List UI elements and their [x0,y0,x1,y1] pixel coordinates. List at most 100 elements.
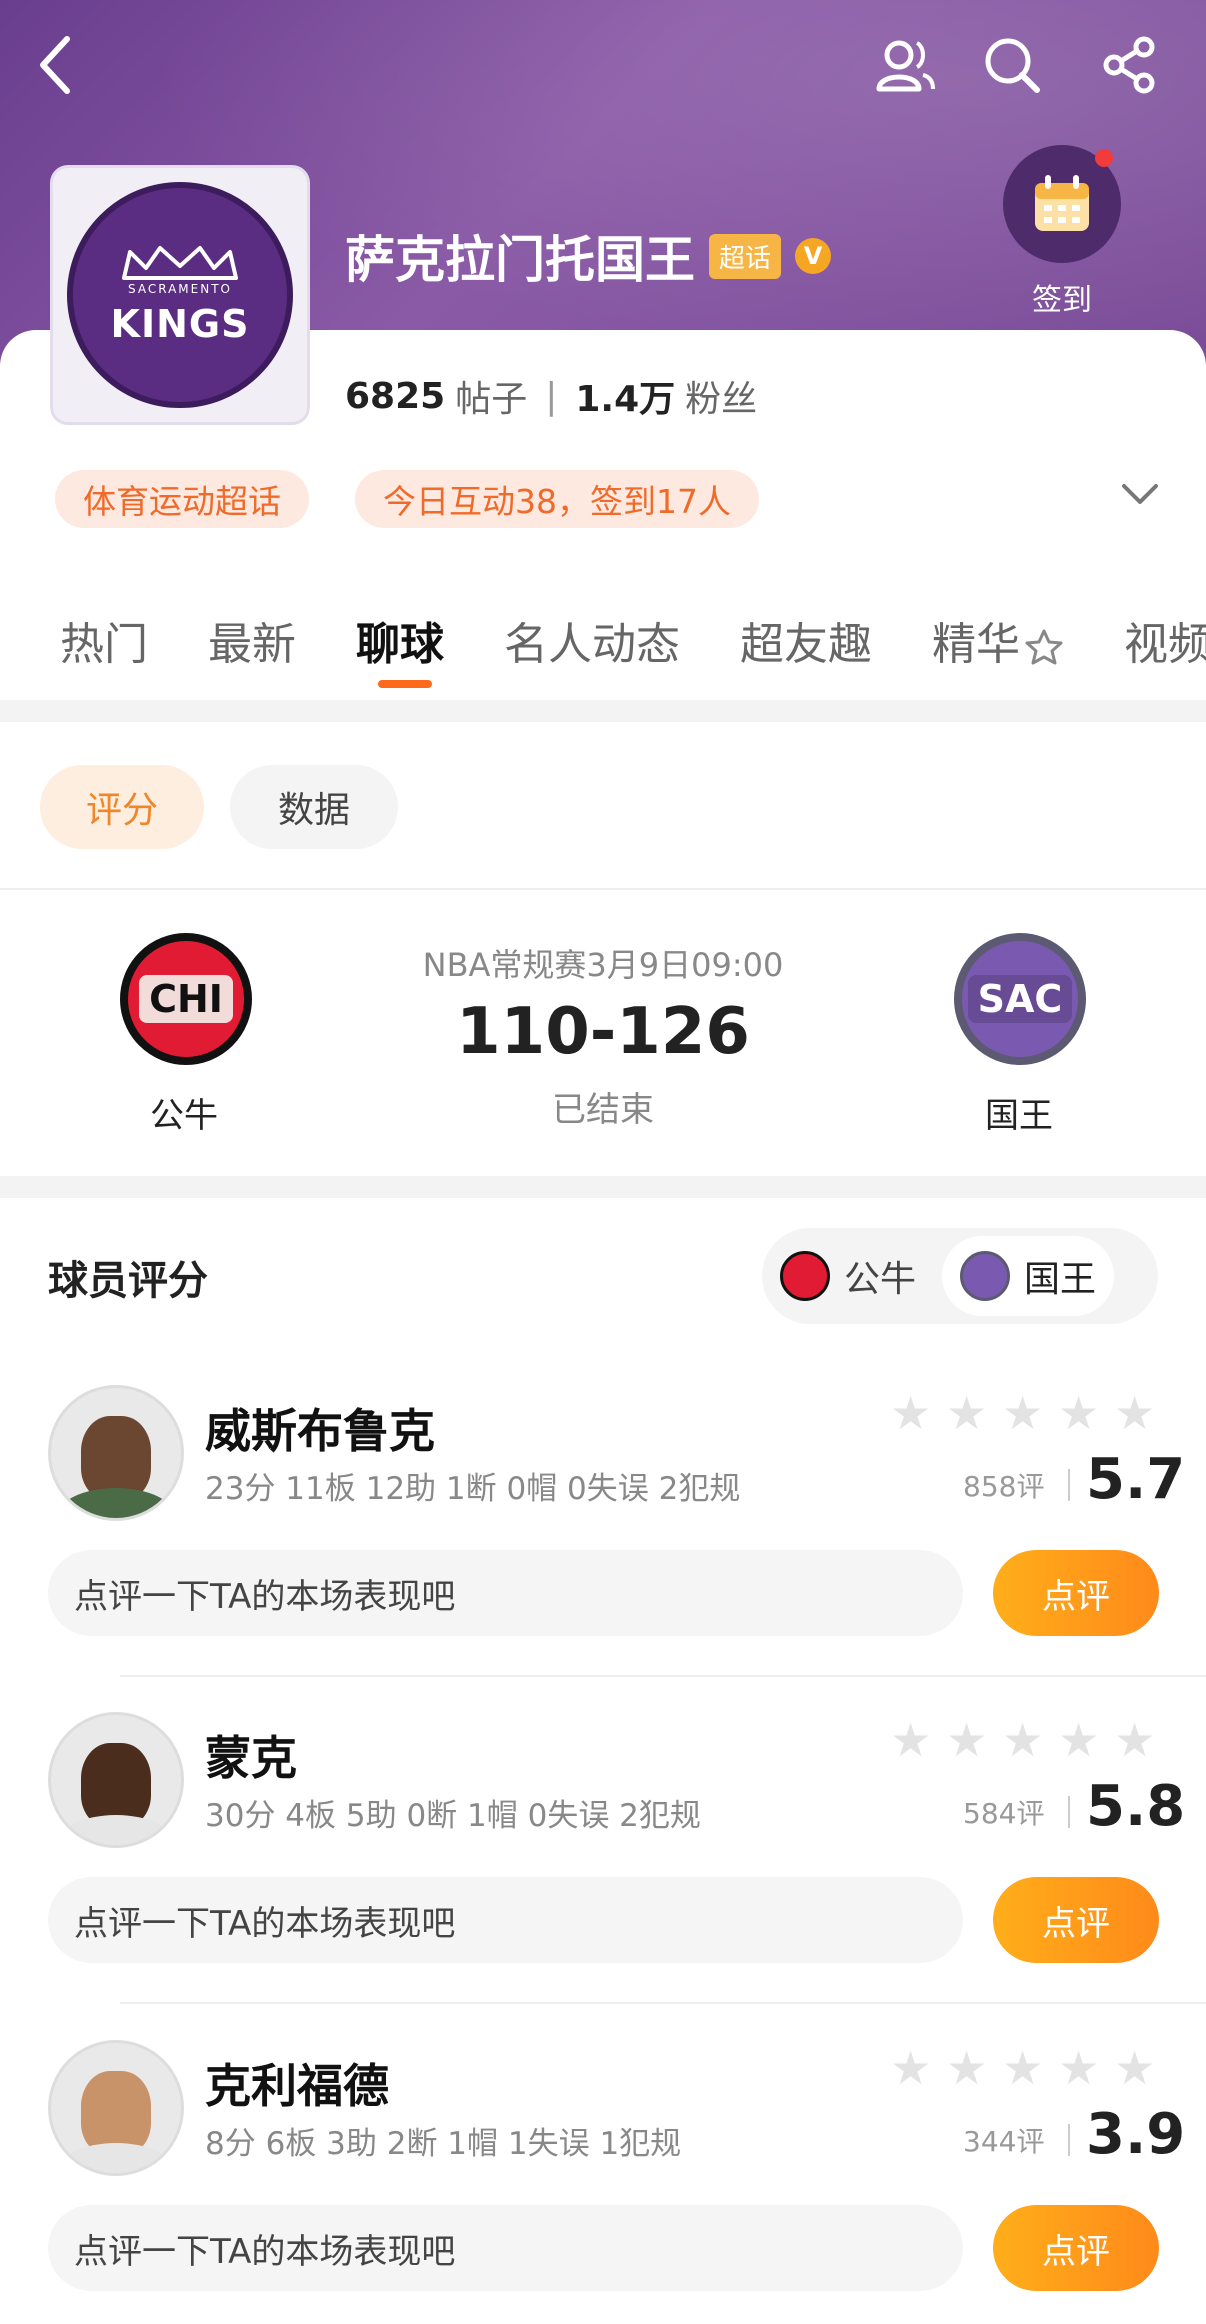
featured-icon [1025,629,1063,665]
review-count: 344评 [963,2125,1045,2158]
player-name: 蒙克 [205,1731,297,1785]
team-toggle: 公牛 国王 [762,1228,1158,1324]
kings-abbr: SAC [967,975,1073,1023]
section-gap [0,700,1206,722]
search-icon[interactable] [977,30,1047,100]
posts-label: 帖子 [455,379,528,420]
star-icon[interactable]: ★ [1002,2045,1046,2091]
checkin-button[interactable] [1003,145,1121,263]
activity-chip[interactable]: 今日互动38，签到17人 [355,470,759,528]
match-info: NBA常规赛3月9日09:00 [422,946,784,984]
comment-input[interactable]: 点评一下TA的本场表现吧 [48,2205,963,2291]
star-icon[interactable]: ★ [1002,1717,1046,1763]
members-icon[interactable] [870,30,940,100]
home-team-name: 公牛 [150,1096,218,1136]
star-icon[interactable]: ★ [890,2045,934,2091]
rating-stars[interactable]: ★ ★ ★ ★ ★ [890,2045,1170,2091]
toggle-bulls[interactable]: 公牛 [762,1236,934,1316]
player-rating: 5.7 [1086,1447,1186,1512]
away-team-name: 国王 [985,1096,1053,1136]
player-row: 克利福德 8分 6板 3助 2断 1帽 1失误 1犯规 ★ ★ ★ ★ ★ 344评 3… [0,2040,1206,2324]
community-title-row: 萨克拉门托国王 超话 V [345,220,832,292]
match-score: 110-126 [456,995,750,1069]
comment-input[interactable]: 点评一下TA的本场表现吧 [48,1877,963,1963]
posts-count: 6825 [345,375,446,417]
toggle-bulls-label: 公牛 [844,1259,917,1300]
divider [120,1675,1206,1677]
logo-text: KINGS [110,302,250,346]
section-gap [0,1176,1206,1198]
player-row: 威斯布鲁克 23分 11板 12助 1断 0帽 0失误 2犯规 ★ ★ ★ ★ ★ 85… [0,1385,1206,1705]
star-icon[interactable]: ★ [1058,2045,1102,2091]
star-icon[interactable]: ★ [1058,1717,1102,1763]
player-stats: 23分 11板 12助 1断 0帽 0失误 2犯规 [205,1471,741,1507]
tab-super-fun[interactable]: 超友趣 [740,608,872,672]
comment-button[interactable]: 点评 [993,2205,1159,2291]
comment-input[interactable]: 点评一下TA的本场表现吧 [48,1550,963,1636]
player-avatar[interactable] [48,1385,184,1521]
player-stats: 8分 6板 3助 2断 1帽 1失误 1犯规 [205,2126,682,2162]
score-subtab[interactable]: 评分 [40,765,204,849]
checkin-label: 签到 [1032,283,1092,318]
player-rating: 5.8 [1086,1774,1186,1839]
player-stats: 30分 4板 5助 0断 1帽 0失误 2犯规 [205,1798,701,1834]
tab-featured[interactable]: 精华 [932,608,1064,672]
bulls-logo-icon[interactable]: CHI [120,933,252,1065]
kings-team-logo-icon[interactable]: SAC [954,933,1086,1065]
page-title: 萨克拉门托国王 [345,231,695,289]
player-name: 威斯布鲁克 [205,1404,435,1458]
stats-separator: | [545,375,558,417]
review-count: 858评 [963,1470,1045,1503]
rating-stars[interactable]: ★ ★ ★ ★ ★ [890,1390,1170,1436]
tab-celebrity[interactable]: 名人动态 [504,608,680,672]
tab-hot[interactable]: 热门 [60,608,148,672]
star-icon[interactable]: ★ [946,1390,990,1436]
star-icon[interactable]: ★ [1114,1390,1158,1436]
match-status: 已结束 [552,1090,654,1130]
toggle-kings-label: 国王 [1024,1259,1097,1300]
star-icon[interactable]: ★ [1114,1717,1158,1763]
player-avatar[interactable] [48,1712,184,1848]
separator [1068,1469,1070,1501]
player-row: 蒙克 30分 4板 5助 0断 1帽 0失误 2犯规 ★ ★ ★ ★ ★ 584评 5.… [0,1712,1206,2032]
separator [1068,1796,1070,1828]
calendar-icon [1035,175,1089,231]
fans-count: 1.4万 [575,379,676,420]
review-count: 584评 [963,1797,1045,1830]
tab-latest[interactable]: 最新 [208,608,296,672]
tab-video[interactable]: 视频 [1124,608,1206,672]
comment-button[interactable]: 点评 [993,1877,1159,1963]
chevron-down-icon[interactable] [1120,478,1160,512]
category-chip[interactable]: 体育运动超话 [55,470,309,528]
community-logo: SACRAMENTO KINGS [50,165,310,425]
kings-mini-icon [960,1251,1011,1301]
star-icon[interactable]: ★ [946,1717,990,1763]
super-topic-tag: 超话 [709,233,782,279]
star-icon[interactable]: ★ [1058,1390,1102,1436]
comment-button[interactable]: 点评 [993,1550,1159,1636]
tab-chat-ball[interactable]: 聊球 [356,608,444,688]
star-icon[interactable]: ★ [890,1390,934,1436]
toggle-kings[interactable]: 国王 [942,1236,1115,1316]
community-stats: 6825 帖子 | 1.4万 粉丝 [345,370,757,422]
bulls-abbr: CHI [139,975,233,1023]
verified-badge-icon: V [795,238,832,274]
star-icon[interactable]: ★ [1002,1390,1046,1436]
player-avatar[interactable] [48,2040,184,2176]
player-name: 克利福德 [205,2059,389,2113]
rating-stars[interactable]: ★ ★ ★ ★ ★ [890,1717,1170,1763]
star-icon[interactable]: ★ [946,2045,990,2091]
player-rating-title: 球员评分 [48,1258,208,1304]
tab-bar: 热门 最新 聊球 名人动态 超友趣 精华 视频 [60,608,1206,688]
data-subtab[interactable]: 数据 [230,765,398,849]
kings-logo-icon: SACRAMENTO KINGS [67,182,293,408]
logo-subtext: SACRAMENTO [128,282,232,296]
back-button[interactable] [20,30,90,100]
player-rating: 3.9 [1086,2102,1186,2167]
star-icon[interactable]: ★ [890,1717,934,1763]
star-icon[interactable]: ★ [1114,2045,1158,2091]
share-icon[interactable] [1095,30,1165,100]
fans-label: 粉丝 [685,379,758,420]
divider [120,2002,1206,2004]
separator [1068,2124,1070,2156]
